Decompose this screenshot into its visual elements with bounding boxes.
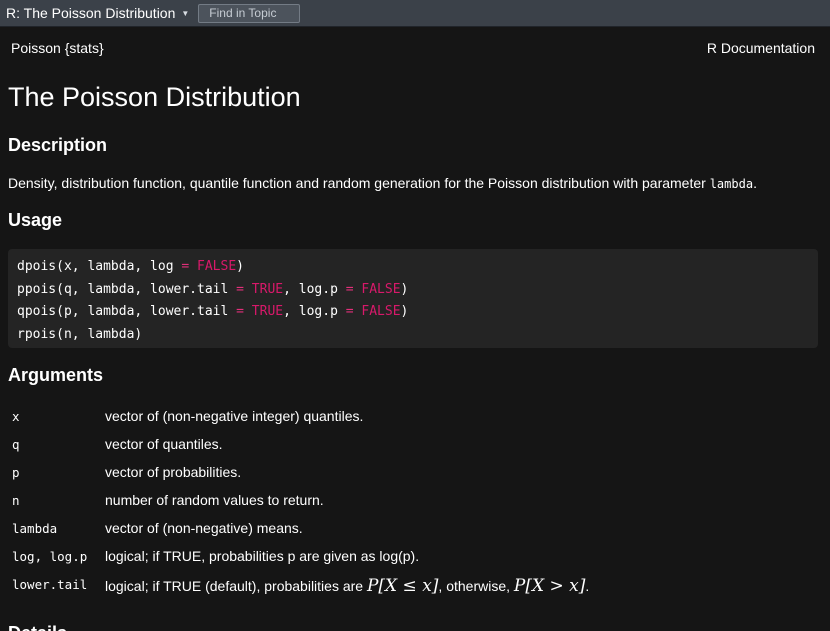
description-period: . xyxy=(753,175,757,191)
code-text: ) xyxy=(400,281,409,297)
find-in-topic-input[interactable] xyxy=(198,3,301,23)
code-operator: = xyxy=(345,281,354,297)
table-row: q vector of quantiles. xyxy=(12,434,822,462)
doc-header: Poisson {stats} R Documentation xyxy=(11,40,815,56)
r-documentation-label: R Documentation xyxy=(706,40,815,56)
arg-desc: vector of quantiles. xyxy=(105,436,223,452)
code-keyword: TRUE xyxy=(243,304,284,319)
arg-desc: vector of (non-negative) means. xyxy=(105,520,303,536)
table-row: log, log.p logical; if TRUE, probabiliti… xyxy=(12,546,822,574)
code-keyword: TRUE xyxy=(243,281,284,297)
arguments-table: x vector of (non-negative integer) quant… xyxy=(12,406,822,602)
table-row: lower.tail logical; if TRUE (default), p… xyxy=(12,574,822,602)
arg-name: x xyxy=(12,409,20,424)
usage-line-dpois: dpois(x, lambda, log = FALSE) xyxy=(17,259,244,274)
arg-name: lower.tail xyxy=(12,577,88,592)
code-text: , log.p xyxy=(283,304,346,319)
arg-name: p xyxy=(12,465,20,480)
lambda-code: lambda xyxy=(709,177,754,191)
arg-name: log, log.p xyxy=(12,549,88,564)
code-text: qpois(p, lambda, lower.tail xyxy=(17,304,237,319)
code-text: ppois(q, lambda, lower.tail xyxy=(17,281,237,297)
arg-desc-text: , otherwise, xyxy=(438,578,514,594)
code-operator: = xyxy=(236,281,244,297)
arg-name: n xyxy=(12,493,20,508)
arg-desc: vector of probabilities. xyxy=(105,464,242,480)
help-page: Poisson {stats} R Documentation The Pois… xyxy=(0,28,830,631)
usage-line-rpois: rpois(n, lambda) xyxy=(17,326,143,342)
chevron-down-icon: ▼ xyxy=(181,8,190,18)
description-heading: Description xyxy=(8,135,108,155)
topic-dropdown[interactable]: R: The Poisson Distribution ▼ xyxy=(6,5,189,21)
arg-desc-text: . xyxy=(585,578,590,594)
math-expression: P[X > x] xyxy=(513,576,586,596)
help-toolbar: R: The Poisson Distribution ▼ xyxy=(0,0,830,27)
code-text: ) xyxy=(400,304,409,319)
table-row: n number of random values to return. xyxy=(12,490,822,518)
table-row: x vector of (non-negative integer) quant… xyxy=(12,406,822,434)
usage-code-block: dpois(x, lambda, log = FALSE) ppois(q, l… xyxy=(8,249,818,348)
table-row: lambda vector of (non-negative) means. xyxy=(12,518,822,546)
arg-desc: logical; if TRUE (default), probabilitie… xyxy=(105,576,589,596)
table-row: p vector of probabilities. xyxy=(12,462,822,490)
arg-name: q xyxy=(12,437,20,452)
arg-name: lambda xyxy=(12,521,58,536)
arg-desc-text: logical; if TRUE (default), probabilitie… xyxy=(105,578,367,594)
topic-title-label: R: The Poisson Distribution xyxy=(6,5,176,21)
description-text: Density, distribution function, quantile… xyxy=(8,175,757,191)
code-operator: = xyxy=(345,304,354,319)
usage-heading: Usage xyxy=(8,210,63,230)
code-keyword: FALSE xyxy=(353,304,401,319)
description-body: Density, distribution function, quantile… xyxy=(8,175,710,191)
code-operator: = xyxy=(236,304,244,319)
code-keyword: FALSE xyxy=(189,259,237,274)
package-label: Poisson {stats} xyxy=(11,40,104,56)
details-heading: Details xyxy=(8,623,67,631)
code-keyword: FALSE xyxy=(353,281,401,297)
arguments-heading: Arguments xyxy=(8,365,104,385)
code-text: ) xyxy=(236,259,244,274)
math-expression: P[X ≤ x] xyxy=(366,576,439,596)
arg-desc: number of random values to return. xyxy=(105,492,324,508)
code-text: , log.p xyxy=(283,281,346,297)
arg-desc: vector of (non-negative integer) quantil… xyxy=(105,408,364,424)
usage-line-ppois: ppois(q, lambda, lower.tail = TRUE, log.… xyxy=(17,282,408,297)
page-title: The Poisson Distribution xyxy=(8,82,301,112)
usage-line-qpois: qpois(p, lambda, lower.tail = TRUE, log.… xyxy=(17,304,408,319)
arg-desc: logical; if TRUE, probabilities p are gi… xyxy=(105,548,420,564)
code-text: dpois(x, lambda, log xyxy=(17,259,182,274)
